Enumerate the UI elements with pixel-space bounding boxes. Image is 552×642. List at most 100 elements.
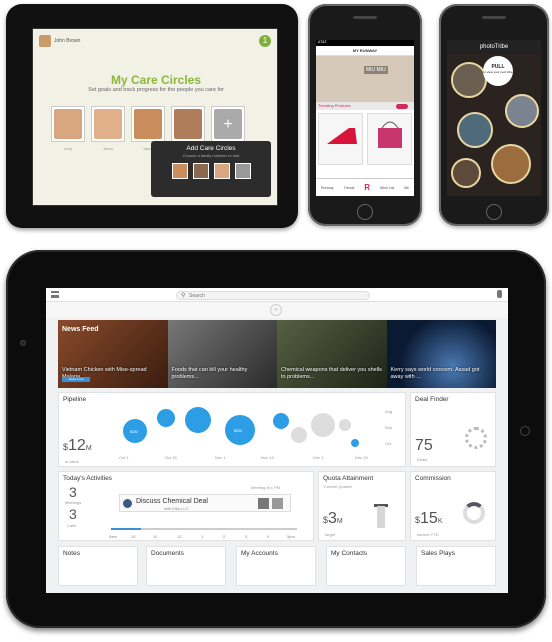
- read-more-button[interactable]: Read more: [62, 377, 90, 382]
- pipeline-bubble[interactable]: [185, 407, 211, 433]
- tile-my-accounts[interactable]: My Accounts: [236, 546, 316, 586]
- search-icon: ⚲: [181, 293, 186, 299]
- quota-foot: target: [325, 532, 336, 537]
- bag-image: [378, 121, 402, 148]
- home-button[interactable]: [520, 426, 530, 436]
- group-icon: [123, 499, 132, 508]
- speaker: [482, 16, 506, 19]
- news-feed: Vietnam Chicken with Mise-spread Malaria…: [58, 320, 496, 388]
- camera-icon: [20, 340, 26, 346]
- unit: M: [336, 518, 343, 525]
- notification-badge[interactable]: 1: [259, 35, 271, 47]
- toggle-switch[interactable]: [396, 104, 408, 109]
- tile-label: Notes: [63, 550, 80, 557]
- menu-icon[interactable]: [51, 291, 59, 298]
- timeline-label: 11: [153, 534, 158, 539]
- care-circle-card[interactable]: [171, 106, 205, 142]
- news-caption: Foods that can kill your healthy problem…: [171, 367, 248, 380]
- person-photo: [94, 109, 122, 139]
- add-icon[interactable]: +: [270, 304, 282, 316]
- card-title: Deal Finder: [415, 396, 449, 403]
- tile-label: Documents: [151, 550, 184, 557]
- person-photo: [134, 109, 162, 139]
- deal-finder-card[interactable]: Deal Finder 75 Deals: [410, 392, 496, 467]
- news-item[interactable]: Foods that can kill your healthy problem…: [167, 320, 277, 388]
- photo-circle[interactable]: [491, 144, 531, 184]
- home-button[interactable]: [357, 204, 373, 220]
- pipeline-bubble[interactable]: [273, 413, 289, 429]
- search-bar[interactable]: ⚲: [176, 291, 370, 300]
- user-header[interactable]: John Brown: [39, 35, 80, 47]
- pipeline-bubble[interactable]: [311, 413, 335, 437]
- candidate-avatar[interactable]: [171, 163, 188, 179]
- pipeline-bubble[interactable]: [339, 419, 351, 431]
- care-circle-card[interactable]: [51, 106, 85, 142]
- tile-label: Sales Plays: [421, 550, 455, 557]
- care-circle-card[interactable]: [91, 106, 125, 142]
- tab-trends[interactable]: Trends: [344, 186, 355, 190]
- activities-card[interactable]: Today's Activities 3 Meetings 3 Calls Me…: [58, 471, 314, 541]
- tile-label: My Accounts: [241, 550, 278, 557]
- care-circles-tablet: John Brown 1 My Care Circles Set goals a…: [6, 4, 298, 228]
- card-title: Quota Attainment: [323, 475, 374, 482]
- candidate-avatar[interactable]: [234, 163, 251, 179]
- tab-wishlist[interactable]: Wish List: [380, 186, 394, 190]
- microphone-icon[interactable]: [497, 290, 502, 298]
- pipeline-bubble[interactable]: [157, 409, 175, 427]
- candidate-avatar[interactable]: [213, 163, 230, 179]
- home-button[interactable]: [486, 204, 502, 220]
- card-title: Today's Activities: [63, 475, 112, 482]
- tile-notes[interactable]: Notes: [58, 546, 138, 586]
- bubble-label: $2M: [234, 428, 242, 433]
- pull-subtitle: to view your pool tribe: [483, 70, 513, 74]
- timeline-label: 2: [223, 534, 226, 539]
- user-name: John Brown: [54, 38, 81, 44]
- news-item[interactable]: Kerry says world concern. Assad got away…: [386, 320, 496, 388]
- news-item[interactable]: Chemical weapons that deliver you shells…: [277, 320, 387, 388]
- avatar: [272, 498, 283, 509]
- commission-donut: [463, 502, 485, 524]
- timeline-label: 3: [245, 534, 248, 539]
- timeline-label: 9am: [109, 534, 117, 539]
- popup-subtitle: Choose a family member to add: [182, 153, 240, 158]
- pipeline-bubble[interactable]: [351, 439, 359, 447]
- search-input[interactable]: [189, 292, 359, 300]
- add-care-circle-card[interactable]: +: [211, 106, 245, 142]
- card-title: Pipeline: [63, 396, 87, 403]
- app-header: MY RUNWAY: [316, 46, 414, 56]
- tile-sales-plays[interactable]: Sales Plays: [416, 546, 496, 586]
- tab-me[interactable]: Me: [404, 186, 409, 190]
- quota-card[interactable]: Quota Attainment Current Quarter $3M tar…: [318, 471, 406, 541]
- deal-radar-icon: [465, 427, 487, 449]
- photo-circle[interactable]: [451, 158, 481, 188]
- photo-circle[interactable]: [451, 62, 487, 98]
- pipeline-bubble[interactable]: [291, 427, 307, 443]
- tile-documents[interactable]: Documents: [146, 546, 226, 586]
- tab-runway[interactable]: Runway: [321, 186, 334, 190]
- care-circle-card[interactable]: [131, 106, 165, 142]
- activity-event[interactable]: Discuss Chemical Deal with Kiko LLC: [119, 494, 291, 512]
- photo-circle[interactable]: [505, 94, 539, 128]
- product-card[interactable]: [318, 113, 363, 165]
- tab-brand[interactable]: R: [364, 183, 370, 192]
- tile-my-contacts[interactable]: My Contacts: [326, 546, 406, 586]
- meeting-count: 3: [69, 484, 77, 500]
- call-label: Calls: [67, 523, 76, 528]
- news-caption: Chemical weapons that deliver you shells…: [281, 367, 382, 380]
- product-card[interactable]: [367, 113, 412, 165]
- timeline[interactable]: [111, 528, 297, 530]
- unit: K: [437, 518, 443, 525]
- candidate-avatar[interactable]: [192, 163, 209, 179]
- event-title: Discuss Chemical Deal: [136, 498, 208, 505]
- timeline-label: 5pm: [287, 534, 295, 539]
- care-circle-list: +: [51, 106, 245, 142]
- photo-circle[interactable]: [457, 112, 493, 148]
- timeline-label: 4: [267, 534, 270, 539]
- dashboard-screen: ⚲ + Vietnam Chicken with Mise-spread Mal…: [46, 288, 508, 593]
- hero-image[interactable]: [316, 56, 414, 102]
- pull-indicator[interactable]: PULL to view your pool tribe: [483, 56, 513, 86]
- commission-card[interactable]: Commission $15K earned YTD: [410, 471, 496, 541]
- popup-title: Add Care Circles: [186, 145, 236, 152]
- pipeline-card[interactable]: Pipeline $12M in value $1M $2M Aug Sep O…: [58, 392, 406, 467]
- commission-value: $15K: [415, 510, 442, 528]
